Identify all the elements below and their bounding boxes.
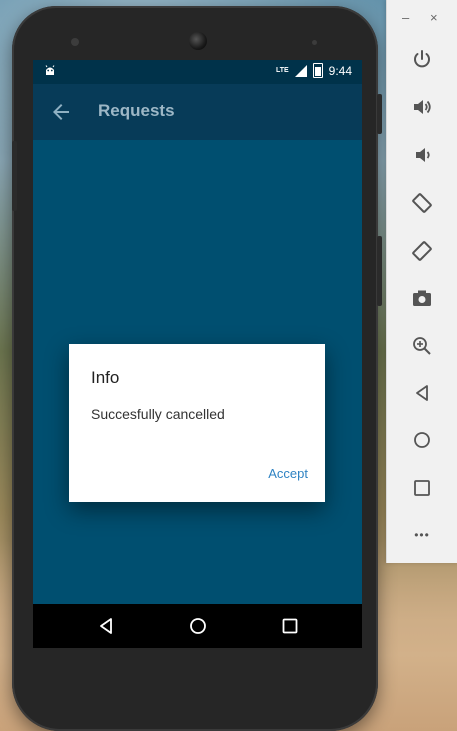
power-button[interactable] [408, 45, 436, 73]
rotate-right-icon [412, 241, 432, 261]
power-side-button [377, 94, 382, 134]
toolbar-window-controls: – × [387, 0, 457, 36]
overview-button[interactable] [408, 474, 436, 502]
back-button[interactable] [408, 379, 436, 407]
volume-down-button[interactable] [408, 141, 436, 169]
overview-icon [414, 480, 430, 496]
battery-icon [312, 63, 323, 78]
zoom-in-icon [413, 337, 431, 355]
nav-overview-icon[interactable] [281, 617, 299, 635]
dialog-title: Info [91, 368, 120, 387]
volume-down-icon [416, 148, 430, 162]
status-time: 9:44 [328, 63, 352, 78]
status-icons: LTE 9:44 [276, 63, 352, 78]
left-side-button [12, 141, 17, 211]
back-arrow-icon[interactable] [49, 100, 73, 124]
volume-side-button [377, 236, 382, 306]
power-icon [414, 50, 430, 68]
minimize-button[interactable]: – [402, 10, 409, 25]
android-nav-bar [33, 604, 362, 648]
close-button[interactable]: × [430, 10, 438, 25]
camera-icon [413, 290, 431, 306]
dialog-message: Succesfully cancelled [91, 406, 225, 422]
proximity-sensor [312, 40, 317, 45]
main-content: Info Succesfully cancelled Accept [33, 140, 362, 648]
signal-icon [294, 64, 307, 77]
network-type: LTE [275, 67, 289, 74]
nav-home-icon[interactable] [189, 617, 207, 635]
rotate-left-icon [412, 193, 432, 213]
volume-up-button[interactable] [408, 93, 436, 121]
back-icon [416, 385, 428, 401]
phone-top-bezel [12, 6, 378, 64]
zoom-button[interactable] [408, 332, 436, 360]
volume-up-icon [414, 100, 431, 114]
home-icon [414, 432, 430, 448]
home-button[interactable] [408, 426, 436, 454]
android-notification-icon [45, 65, 55, 75]
front-camera [189, 32, 207, 50]
nav-back-icon[interactable] [97, 617, 115, 635]
rotate-right-button[interactable] [408, 237, 436, 265]
more-button[interactable]: ••• [408, 521, 436, 549]
emulator-toolbar: – × ••• [386, 0, 457, 563]
screenshot-button[interactable] [408, 284, 436, 312]
phone-screen: LTE 9:44 Requests Info Succesfully cance… [33, 60, 362, 648]
accept-button[interactable]: Accept [268, 466, 308, 481]
info-dialog: Info Succesfully cancelled Accept [69, 344, 325, 502]
status-bar: LTE 9:44 [33, 60, 362, 84]
app-bar: Requests [33, 84, 362, 140]
page-title: Requests [98, 101, 175, 120]
sensor-dot [71, 38, 79, 46]
rotate-left-button[interactable] [408, 189, 436, 217]
